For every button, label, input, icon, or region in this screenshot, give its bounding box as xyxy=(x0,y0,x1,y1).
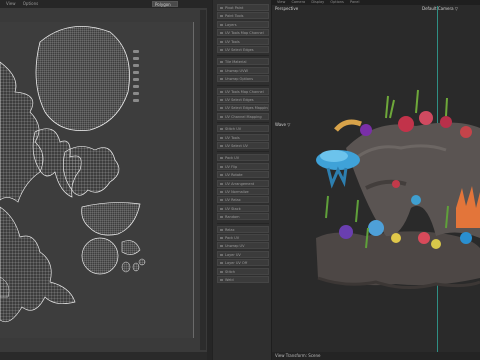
uv-canvas[interactable] xyxy=(0,22,194,338)
vp-menu-display[interactable]: Display xyxy=(311,0,324,4)
uv-menu-options[interactable]: Options xyxy=(23,1,38,6)
uv-island-small-d xyxy=(138,258,146,266)
tool-button[interactable]: UV Relax xyxy=(217,196,269,204)
uv-vertex-markers xyxy=(130,46,144,106)
uv-editor: View Options Polygon xyxy=(0,0,207,360)
uv-horizontal-scrollbar[interactable] xyxy=(0,352,207,360)
tool-button[interactable]: Paint Tools xyxy=(217,12,269,20)
tool-button[interactable]: Tile Material xyxy=(217,58,269,66)
tool-button[interactable]: UV Tools xyxy=(217,37,269,45)
uv-island-disc xyxy=(81,237,119,275)
panel-separator xyxy=(217,55,269,57)
tool-button[interactable]: UV Flip xyxy=(217,162,269,170)
tool-button[interactable]: Stitch xyxy=(217,267,269,275)
tool-button[interactable]: Unwrap UV xyxy=(217,242,269,250)
tool-button[interactable]: Layer UV Off xyxy=(217,259,269,267)
seaweed-a xyxy=(385,89,448,119)
tool-button[interactable]: Unwrap Options xyxy=(217,75,269,83)
panel-separator xyxy=(217,151,269,153)
uv-island-fan xyxy=(81,202,141,236)
tool-button[interactable]: UV Tools Map Channel xyxy=(217,29,269,37)
tool-button[interactable]: UV Select UV xyxy=(217,142,269,149)
tool-button[interactable]: UV Arrangement xyxy=(217,179,269,187)
tool-button[interactable]: UV Channel Mapping xyxy=(217,112,269,120)
panel-separator xyxy=(217,122,269,124)
tool-button[interactable]: UV Stack xyxy=(217,204,269,212)
vp-menu-camera[interactable]: Camera xyxy=(291,0,305,4)
tool-button[interactable]: Pack UV xyxy=(217,154,269,162)
tool-button[interactable]: Random xyxy=(217,213,269,221)
uv-island-branch xyxy=(0,206,76,323)
uv-wireframe xyxy=(0,26,146,323)
viewport[interactable]: View Camera Display Options Panel Perspe… xyxy=(272,0,480,360)
uv-bounds-line xyxy=(193,22,194,338)
vp-menu-options[interactable]: Options xyxy=(330,0,344,4)
vp-menu-panel[interactable]: Panel xyxy=(350,0,359,4)
tool-button[interactable]: UV Tools Map Channel xyxy=(217,87,269,95)
tool-button[interactable]: UV Select Edges xyxy=(217,46,269,53)
tool-button[interactable]: UV Select Edges xyxy=(217,96,269,103)
viewport-menubar: View Camera Display Options Panel xyxy=(272,0,480,5)
camera-label[interactable]: Default Camera ▽ xyxy=(422,6,458,11)
coral-reef-model xyxy=(316,89,480,289)
uv-island-small-c xyxy=(132,262,140,272)
uv-island-round xyxy=(35,26,130,131)
tool-button[interactable]: Stitch UV xyxy=(217,125,269,133)
tool-button[interactable]: Unwrap UVW xyxy=(217,66,269,74)
uv-vertical-scrollbar[interactable] xyxy=(200,10,206,350)
wave-label[interactable]: Wave ▽ xyxy=(275,122,290,127)
purple-coral xyxy=(339,225,353,239)
tools-panel: Pivot Paint Paint Tools Layers UV Tools Map… xyxy=(212,0,271,360)
tool-button[interactable]: UV Rotate xyxy=(217,171,269,179)
tool-button[interactable]: Pivot Paint xyxy=(217,4,269,11)
tool-button[interactable]: Pack UV xyxy=(217,234,269,241)
viewport-status: View Transform: Scene xyxy=(272,352,480,360)
red-coral-a xyxy=(398,116,414,132)
uv-editor-menubar: View Options Polygon xyxy=(0,0,207,8)
uv-island-small-a xyxy=(121,240,141,255)
vp-menu-view[interactable]: View xyxy=(277,0,285,4)
tool-button[interactable]: Relax xyxy=(217,225,269,233)
selection-mode-dropdown[interactable]: Polygon xyxy=(152,1,178,7)
uv-island-small-b xyxy=(121,261,131,273)
tool-button[interactable]: Layer UV xyxy=(217,250,269,258)
tool-button[interactable]: Layers xyxy=(217,20,269,28)
tool-button[interactable]: UV Tools xyxy=(217,133,269,141)
panel-separator xyxy=(217,222,269,224)
tool-button[interactable]: Weld xyxy=(217,276,269,283)
panel-separator xyxy=(217,84,269,86)
tool-button[interactable]: UV Select Edges Mapping xyxy=(217,104,269,112)
tool-button[interactable]: UV Normalize xyxy=(217,188,269,195)
uv-island-coral-right xyxy=(63,146,120,196)
uv-menu-view[interactable]: View xyxy=(6,1,16,6)
perspective-label[interactable]: Perspective xyxy=(275,6,298,11)
